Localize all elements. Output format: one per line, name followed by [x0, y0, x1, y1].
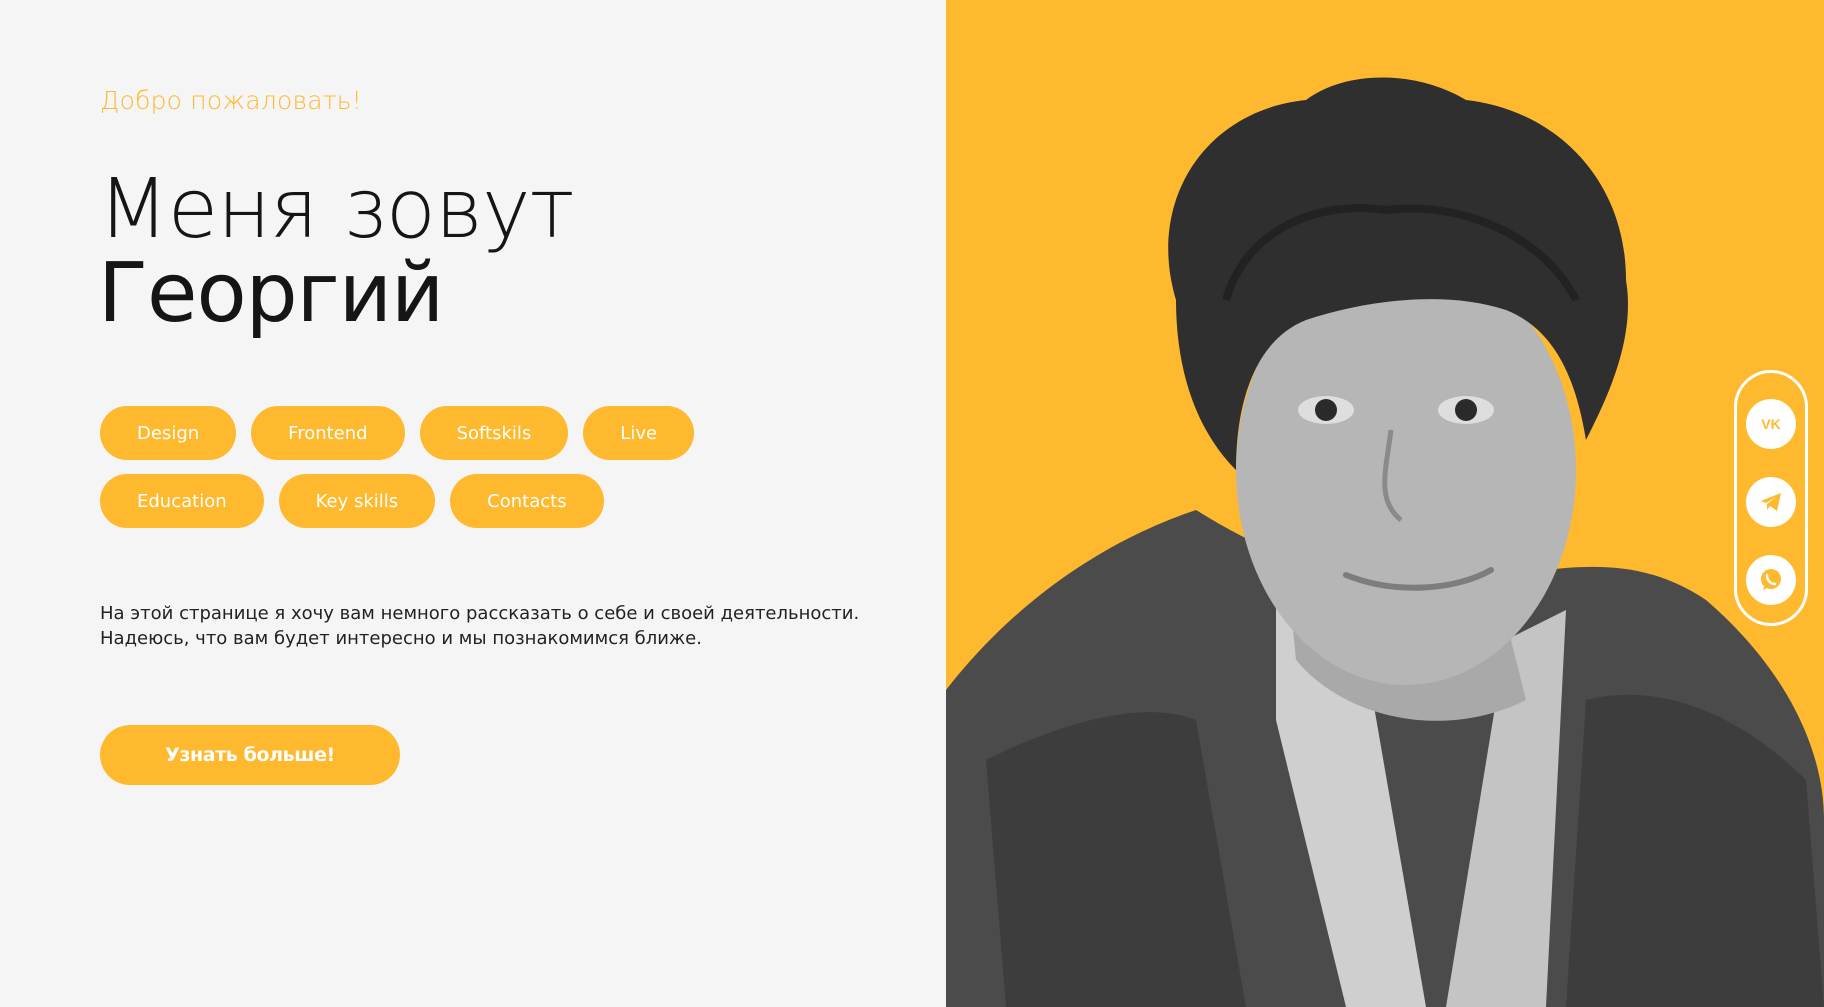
- portrait-photo: [946, 77, 1824, 1007]
- svg-text:VK: VK: [1761, 416, 1780, 432]
- intro-line-2: Надеюсь, что вам будет интересно и мы по…: [100, 628, 702, 649]
- hero-intro: Добро пожаловать! Меня зовут Георгий Des…: [0, 0, 946, 1007]
- welcome-text: Добро пожаловать!: [100, 86, 362, 115]
- title-name: Георгий: [98, 246, 444, 341]
- tag-softskils[interactable]: Softskils: [419, 406, 569, 460]
- tag-live[interactable]: Live: [583, 406, 695, 460]
- tag-key-skills[interactable]: Key skills: [278, 474, 436, 528]
- tag-design[interactable]: Design: [100, 406, 237, 460]
- whatsapp-icon: [1761, 569, 1781, 590]
- portrait-panel: [946, 0, 1824, 1007]
- page: Добро пожаловать! Меня зовут Георгий Des…: [0, 0, 1824, 1007]
- learn-more-button[interactable]: Узнать больше!: [100, 725, 400, 785]
- whatsapp-button[interactable]: [1746, 555, 1796, 605]
- vk-button[interactable]: VK: [1746, 399, 1796, 449]
- vk-icon: VK: [1761, 416, 1780, 432]
- title-line-1: Меня зовут: [98, 162, 574, 257]
- tag-frontend[interactable]: Frontend: [251, 406, 405, 460]
- page-title: Меня зовут Георгий: [98, 162, 574, 341]
- telegram-icon: [1761, 493, 1781, 511]
- telegram-button[interactable]: [1746, 477, 1796, 527]
- tag-contacts[interactable]: Contacts: [450, 474, 604, 528]
- section-tags: Design Frontend Softskils Live Education…: [100, 406, 720, 528]
- social-links: VK: [1734, 370, 1808, 626]
- intro-text: На этой странице я хочу вам немного расс…: [100, 601, 860, 651]
- intro-line-1: На этой странице я хочу вам немного расс…: [100, 603, 860, 624]
- tag-education[interactable]: Education: [100, 474, 264, 528]
